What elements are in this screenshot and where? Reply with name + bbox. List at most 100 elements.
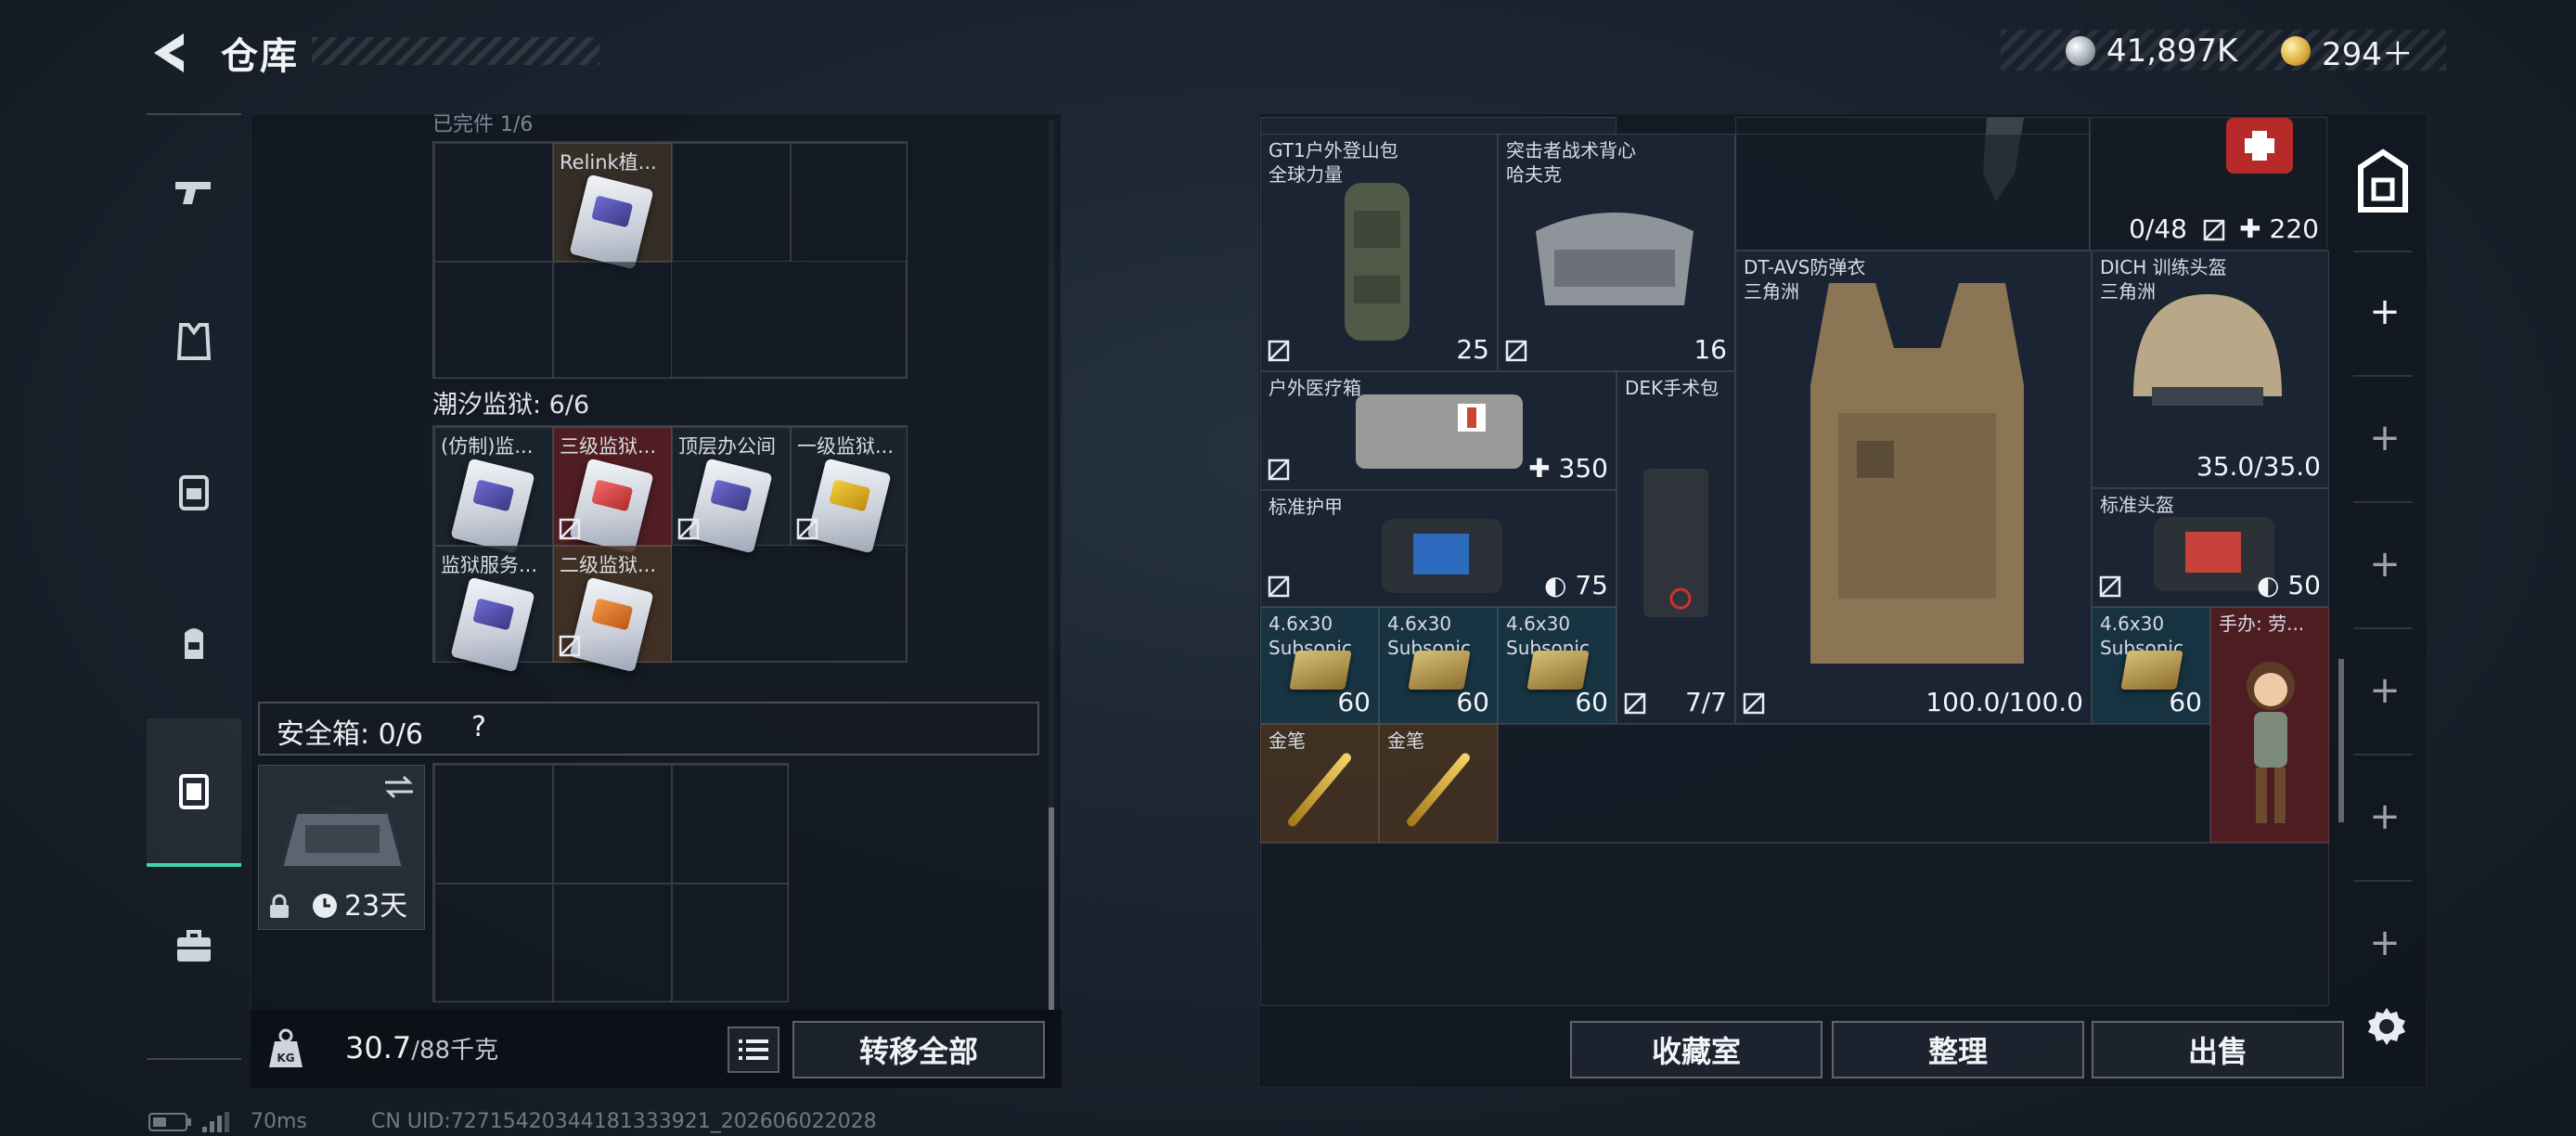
grid-slot-empty[interactable] — [672, 884, 789, 1002]
rail-tab-case[interactable] — [147, 872, 241, 1021]
armor-amount: 75 — [1575, 570, 1608, 600]
stash-page-home[interactable] — [2353, 148, 2413, 215]
shield-icon: ◐ — [1544, 570, 1576, 600]
grid-slot-empty[interactable] — [553, 884, 672, 1002]
healing-amount: 220 — [2269, 213, 2319, 244]
add-page-button[interactable]: + — [2364, 670, 2405, 711]
grid-slot-empty[interactable] — [434, 765, 553, 884]
lock-icon — [270, 894, 289, 918]
ammo-count: 60 — [1337, 687, 1371, 717]
keycard-icon — [450, 576, 535, 673]
sell-button[interactable]: 出售 — [2092, 1021, 2344, 1078]
grid-slot-empty[interactable] — [553, 765, 672, 884]
item-backpack-gt1[interactable]: GT1户外登山包 全球力量 25 — [1260, 134, 1498, 371]
item-ammo-4.6x30[interactable]: 4.6x30 Subsonic 60 — [1260, 607, 1379, 724]
no-bind-icon — [1505, 340, 1527, 362]
currency-gold[interactable]: 294＋ — [2281, 35, 2414, 73]
keycard-cell[interactable]: (仿制)监... — [434, 427, 553, 554]
rail-tab-safebox[interactable] — [147, 718, 241, 867]
medkit-cell[interactable]: 0/48 ✚ 220 — [2090, 117, 2327, 251]
keycard-cell[interactable]: 一级监狱... — [791, 427, 908, 554]
pen-icon — [1286, 751, 1353, 829]
no-bind-icon — [559, 518, 581, 540]
item-body-armor-dt-avs[interactable]: DT-AVS防弹衣 三角洲 100.0/100.0 — [1735, 251, 2092, 724]
grid-slot-empty[interactable] — [1735, 134, 2090, 251]
item-gold-pen[interactable]: 金笔 — [1260, 724, 1379, 843]
keycard-cell[interactable]: 监狱服务... — [434, 546, 553, 673]
add-page-button[interactable]: + — [2364, 418, 2405, 458]
collection-room-button[interactable]: 收藏室 — [1570, 1021, 1823, 1078]
transfer-all-button[interactable]: 转移全部 — [792, 1021, 1045, 1078]
weight-capacity: /88千克 — [411, 1037, 499, 1065]
no-bind-icon — [1268, 575, 1290, 598]
gear-icon — [2368, 1008, 2405, 1045]
item-outdoor-medkit[interactable]: 户外医疗箱 ✚ 350 — [1260, 371, 1616, 490]
item-ammo-4.6x30[interactable]: 4.6x30 Subsonic 60 — [1379, 607, 1498, 724]
grid-slot-empty[interactable] — [672, 765, 789, 884]
vest-icon — [176, 323, 212, 360]
safebox-item[interactable]: 23天 — [258, 765, 425, 930]
keycard-icon — [569, 576, 654, 673]
list-view-button[interactable] — [728, 1026, 779, 1073]
swap-icon — [385, 775, 413, 799]
stash-scrollbar-thumb[interactable] — [2338, 659, 2344, 822]
item-name: 一级监狱... — [797, 435, 895, 458]
sort-button[interactable]: 整理 — [1832, 1021, 2084, 1078]
rail-divider — [2353, 627, 2413, 629]
signal-icon — [202, 1112, 229, 1132]
help-button[interactable]: ? — [471, 711, 486, 743]
keycard-icon — [569, 174, 654, 270]
item-helmet-dich[interactable]: DICH 训练头盔 三角洲 35.0/35.0 — [2092, 251, 2329, 488]
add-page-button[interactable]: + — [2364, 796, 2405, 837]
rail-divider — [2353, 251, 2413, 252]
item-name: GT1户外登山包 全球力量 — [1269, 139, 1398, 186]
armor-amount: 50 — [2287, 570, 2321, 600]
add-page-button[interactable]: + — [2364, 923, 2405, 963]
safebox-duration: 23天 — [344, 890, 408, 923]
silver-amount: 41,897K — [2106, 32, 2238, 70]
no-bind-icon — [1268, 458, 1290, 481]
add-page-button[interactable]: + — [2364, 291, 2405, 332]
no-bind-icon — [2203, 219, 2225, 241]
healing-amount: 350 — [1558, 453, 1608, 484]
rail-tab-armor[interactable] — [147, 267, 241, 416]
grid-slot-empty[interactable] — [553, 262, 672, 379]
left-scrollbar-thumb[interactable] — [1049, 807, 1054, 1010]
grid-slot-empty[interactable] — [434, 262, 553, 379]
grid-slot-empty[interactable] — [791, 143, 908, 262]
item-gold-pen[interactable]: 金笔 — [1379, 724, 1498, 843]
grid-slot-empty[interactable] — [434, 884, 553, 1002]
item-standard-armor[interactable]: 标准护甲 ◐ 75 — [1260, 490, 1616, 607]
item-value: 16 — [1694, 334, 1727, 365]
ammo-box-icon — [1408, 651, 1471, 690]
relink-item-cell[interactable]: Relink植... — [553, 143, 672, 270]
surgery-kit-art — [1643, 469, 1708, 617]
weight-current: 30.7 — [345, 1030, 412, 1065]
no-bind-icon — [2099, 575, 2121, 598]
keycard-cell[interactable]: 顶层办公间 — [672, 427, 791, 554]
back-button[interactable] — [147, 28, 193, 78]
rail-tab-backpack[interactable] — [147, 568, 241, 716]
item-surgery-kit-dek[interactable]: DEK手术包 7/7 — [1616, 371, 1735, 724]
backpack-art — [1345, 183, 1410, 341]
item-ammo-4.6x30[interactable]: 4.6x30 Subsonic 60 — [1498, 607, 1616, 724]
rail-tab-weapons[interactable] — [147, 117, 241, 265]
grid-slot-empty[interactable] — [434, 143, 553, 262]
item-name: DEK手术包 — [1625, 377, 1719, 399]
partial-row-cell[interactable] — [1260, 117, 1616, 136]
item-ammo-4.6x30[interactable]: 4.6x30 Subsonic 60 — [2092, 607, 2210, 724]
add-page-button[interactable]: + — [2364, 544, 2405, 585]
item-chest-rig-assault[interactable]: 突击者战术背心 哈夫克 16 — [1498, 134, 1735, 371]
currency-silver[interactable]: 41,897K — [2066, 32, 2238, 70]
keycard-cell[interactable]: 三级监狱... — [553, 427, 672, 554]
settings-button[interactable] — [2364, 1004, 2409, 1049]
item-standard-helmet[interactable]: 标准头盔 ◐ 50 — [2092, 488, 2329, 607]
grid-slot-empty-row[interactable] — [1498, 724, 2210, 843]
safebox-icon — [179, 774, 209, 809]
grid-slot-empty-area[interactable] — [1260, 843, 2329, 1006]
rail-tab-chest-rig[interactable] — [147, 418, 241, 566]
rail-divider — [2353, 501, 2413, 503]
item-figurine[interactable]: 手办: 劳... — [2210, 607, 2329, 843]
keycard-cell[interactable]: 二级监狱... — [553, 546, 672, 673]
grid-slot-empty[interactable] — [672, 143, 791, 262]
